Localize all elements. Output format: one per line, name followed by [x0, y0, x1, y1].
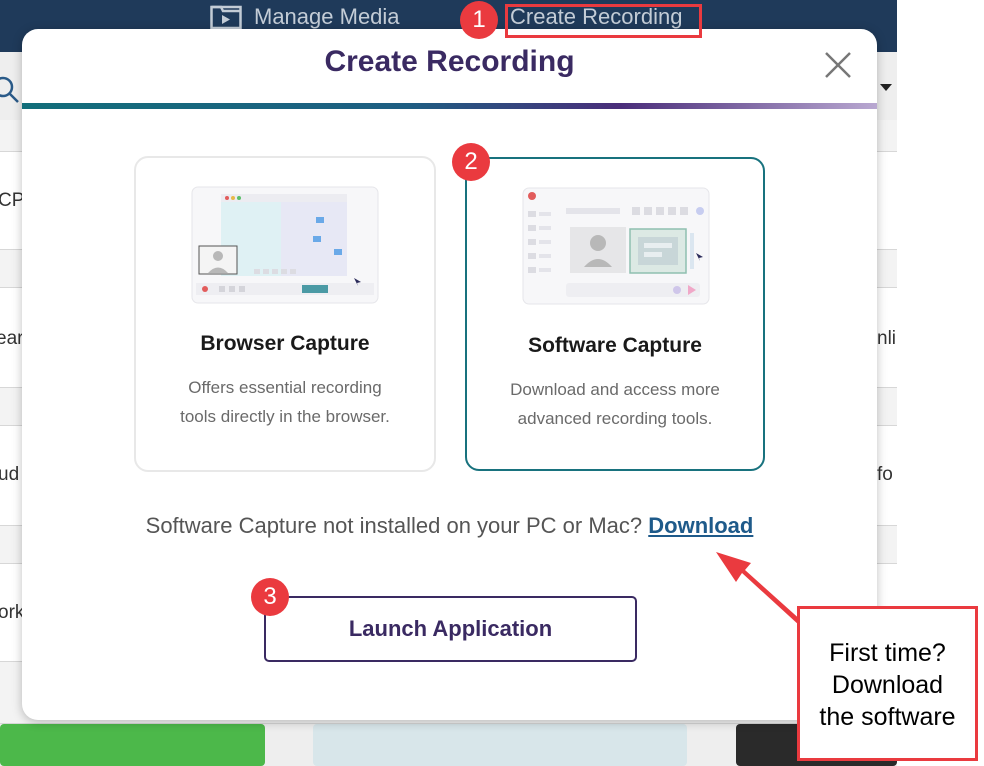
card-title: Browser Capture — [200, 332, 370, 355]
dialog-title: Create Recording — [324, 45, 575, 78]
thumbnail[interactable] — [0, 724, 265, 766]
software-capture-card[interactable]: Software Capture Download and access mor… — [465, 157, 765, 471]
list-item-text: ear — [0, 328, 24, 349]
search-icon — [0, 76, 19, 103]
step-badge: 2 — [452, 143, 490, 181]
card-title: Software Capture — [528, 334, 702, 357]
step-badge: 1 — [460, 1, 498, 39]
close-icon[interactable] — [822, 49, 854, 81]
software-capture-illustration — [522, 187, 710, 305]
callout-line: Download — [831, 671, 944, 699]
list-item-text: ork — [0, 602, 25, 623]
callout-line: First time? — [829, 639, 946, 667]
card-description-line: advanced recording tools. — [517, 409, 713, 428]
browser-capture-illustration — [191, 186, 379, 304]
create-recording-dialog: Create Recording Browser Capture Offers … — [22, 29, 877, 720]
list-item-text: nli — [877, 328, 897, 349]
dropdown-caret-icon[interactable] — [880, 84, 892, 91]
download-link[interactable]: Download — [648, 513, 753, 538]
thumbnail[interactable] — [313, 724, 687, 766]
media-folder-icon — [210, 5, 242, 30]
list-item-text: fo — [877, 464, 893, 485]
launch-application-button[interactable]: Launch Application — [264, 596, 637, 662]
highlight-box — [505, 4, 702, 38]
card-description-line: Offers essential recording — [188, 378, 382, 397]
list-item-text: CP — [0, 190, 25, 211]
card-description-line: Download and access more — [510, 380, 720, 399]
nav-manage-media-label: Manage Media — [254, 4, 400, 29]
browser-capture-card[interactable]: Browser Capture Offers essential recordi… — [134, 156, 436, 472]
step-badge: 3 — [251, 578, 289, 616]
card-description-line: tools directly in the browser. — [180, 407, 390, 426]
install-prompt-text: Software Capture not installed on your P… — [145, 513, 643, 538]
install-prompt: Software Capture not installed on your P… — [22, 513, 877, 539]
header-divider — [22, 103, 877, 109]
annotation-callout: First time? Download the software — [797, 606, 978, 761]
nav-manage-media[interactable]: Manage Media — [210, 4, 400, 30]
list-item-text: ud — [0, 464, 20, 485]
callout-line: the software — [819, 703, 956, 731]
